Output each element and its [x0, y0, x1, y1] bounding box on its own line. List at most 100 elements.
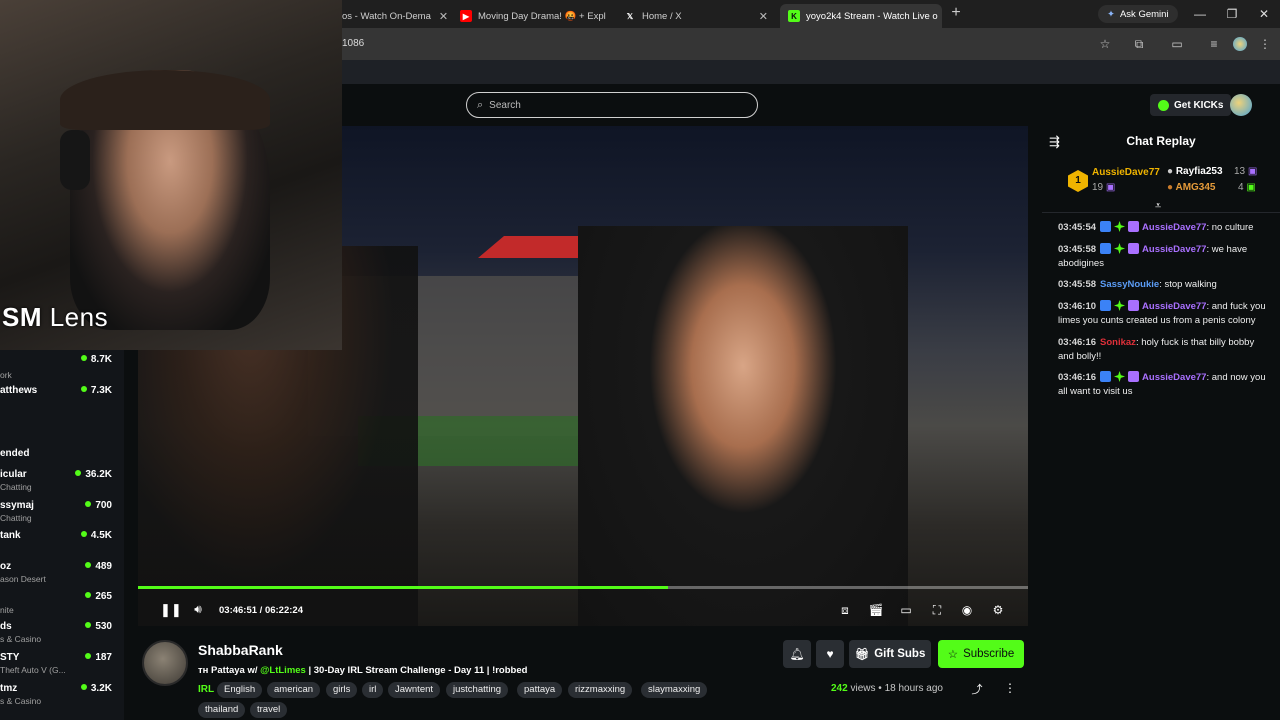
- sidebar-channel[interactable]: ssymaj Chatting 700: [0, 500, 124, 530]
- minimize-icon[interactable]: —: [1190, 5, 1210, 23]
- follow-heart-icon[interactable]: ♥: [816, 640, 844, 668]
- sidebar-viewer-count: 530: [85, 621, 112, 632]
- close-tab-icon[interactable]: ✕: [938, 10, 942, 23]
- subscribe-label: Subscribe: [963, 648, 1015, 660]
- chat-username[interactable]: Sonikaz: [1100, 337, 1136, 348]
- chat-username[interactable]: AussieDave77: [1142, 372, 1206, 383]
- close-window-icon[interactable]: ✕: [1254, 5, 1274, 23]
- settings-gear-icon[interactable]: ⚙: [989, 601, 1007, 619]
- webcam-overlay: [0, 0, 342, 350]
- tag-chip[interactable]: justchatting: [446, 682, 509, 698]
- gifter-entry[interactable]: ● Rayfia253: [1167, 166, 1223, 177]
- pause-icon[interactable]: ❚❚: [160, 602, 182, 618]
- share-icon[interactable]: ⤴: [969, 681, 985, 697]
- browser-tab-kick-stream[interactable]: K yoyo2k4 Stream - Watch Live o ✕: [780, 4, 942, 28]
- get-kicks-button[interactable]: Get KICKs: [1150, 94, 1232, 116]
- chat-username[interactable]: AussieDave77: [1142, 244, 1206, 255]
- subscribe-button[interactable]: ☆ Subscribe: [938, 640, 1024, 668]
- stream-title: ᴛʜ Pattaya w/ @LtLimes | 30-Day IRL Stre…: [198, 665, 527, 676]
- current-time: 03:46:51: [219, 605, 258, 616]
- title-mention-link[interactable]: @LtLimes: [260, 665, 306, 676]
- sidebar-channel-name: icular: [0, 469, 27, 480]
- toolbar-gap: [342, 60, 1280, 84]
- extensions-puzzle-icon[interactable]: ⧉: [1130, 35, 1148, 53]
- views-count: 242: [831, 683, 848, 694]
- gemini-sparkle-icon: ✦: [1107, 8, 1115, 20]
- tag-chip[interactable]: girls: [326, 682, 358, 698]
- volume-icon[interactable]: 🔊︎: [190, 602, 206, 618]
- tag-chip[interactable]: slaymaxxing: [641, 682, 708, 698]
- chat-timestamp: 03:46:10: [1058, 301, 1097, 312]
- theater-mode-icon[interactable]: ▭: [897, 601, 915, 619]
- sidebar-viewer-count: 4.5K: [81, 530, 112, 541]
- clip-icon[interactable]: 🎬︎: [867, 601, 885, 619]
- sidebar-channel[interactable]: icular Chatting 36.2K: [0, 469, 124, 499]
- fullscreen-icon[interactable]: ⛶: [928, 601, 946, 619]
- browser-tab-kick-vod[interactable]: os - Watch On-Dema ✕: [334, 4, 452, 28]
- sidebar-viewer-count: 187: [85, 652, 112, 663]
- close-tab-icon[interactable]: ✕: [431, 10, 448, 23]
- tag-chip[interactable]: thailand: [198, 702, 246, 718]
- browser-tab-x[interactable]: 𝕏 Home / X ✕: [616, 4, 776, 28]
- sidebar-channel-category: nite: [0, 605, 14, 615]
- gifter-count: 13 ▣: [1234, 166, 1258, 177]
- media-controls-icon[interactable]: ≡: [1205, 35, 1223, 53]
- title-suffix: | 30-Day IRL Stream Challenge - Day 11 |…: [305, 665, 528, 676]
- channel-avatar[interactable]: [142, 640, 188, 686]
- sidebar-channel[interactable]: tank 4.5K: [0, 530, 124, 560]
- tag-chip[interactable]: rizzmaxxing: [568, 682, 633, 698]
- mini-player-icon[interactable]: ⧈: [836, 601, 854, 619]
- restore-icon[interactable]: ❐: [1222, 5, 1242, 23]
- chat-timestamp: 03:45:58: [1058, 244, 1097, 255]
- sidebar-channel-name: oz: [0, 561, 12, 572]
- chat-message: 03:45:58 SassyNoukie: stop walking: [1058, 278, 1270, 292]
- verified-badge-icon: [1100, 371, 1112, 382]
- sidebar-viewer-count: 3.2K: [81, 683, 112, 694]
- tag-chip[interactable]: travel: [250, 702, 288, 718]
- playback-speed-icon[interactable]: ◉: [958, 601, 976, 619]
- chat-message: 03:45:58 AussieDave77: we have abodigines: [1058, 243, 1270, 271]
- ask-gemini-button[interactable]: ✦ Ask Gemini: [1098, 5, 1178, 23]
- tag-chip[interactable]: English: [217, 682, 263, 698]
- gift-subs-button[interactable]: 🎁︎ Gift Subs: [849, 640, 931, 668]
- chat-username[interactable]: AussieDave77: [1142, 222, 1206, 233]
- subscriber-badge-icon: [1128, 371, 1140, 382]
- tag-chip[interactable]: pattaya: [517, 682, 563, 698]
- tag-chip[interactable]: Jawntent: [388, 682, 441, 698]
- search-input[interactable]: ⌕ Search: [466, 92, 758, 118]
- chat-username[interactable]: AussieDave77: [1142, 301, 1206, 312]
- close-tab-icon[interactable]: ✕: [751, 10, 768, 23]
- sidebar-channel[interactable]: oz ason Desert 489: [0, 561, 124, 591]
- more-options-icon[interactable]: ⋮: [1003, 681, 1017, 697]
- sidebar-channel[interactable]: STY Theft Auto V (G... 187: [0, 652, 124, 682]
- tag-chip[interactable]: irl: [362, 682, 384, 698]
- chat-divider: [1042, 212, 1280, 213]
- search-icon: ⌕: [477, 98, 484, 111]
- profile-avatar[interactable]: [1233, 37, 1247, 51]
- address-bar[interactable]: 1086: [342, 38, 364, 49]
- user-avatar[interactable]: [1230, 94, 1252, 116]
- left-sidebar: ork 8.7K atthews 7.3K ended icular Chatt…: [0, 350, 124, 720]
- gifter-entry[interactable]: ● AMG345: [1167, 182, 1215, 193]
- category-link[interactable]: IRL: [198, 684, 214, 695]
- sidebar-channel-name: ds: [0, 621, 12, 632]
- gifter-name[interactable]: AussieDave77: [1092, 167, 1160, 178]
- sidebar-channel[interactable]: ds s & Casino 530: [0, 621, 124, 651]
- chat-username[interactable]: SassyNoukie: [1100, 279, 1159, 290]
- chat-text: : stop walking: [1159, 279, 1217, 290]
- notification-bell-icon[interactable]: 🔔︎: [783, 640, 811, 668]
- new-tab-plus-icon[interactable]: +: [948, 5, 964, 22]
- browser-menu-icon[interactable]: ⋮: [1256, 35, 1274, 53]
- sidebar-channel[interactable]: ork 8.7K: [0, 354, 124, 384]
- close-tab-icon[interactable]: ✕: [606, 10, 612, 23]
- sidebar-channel[interactable]: tmz s & Casino 3.2K: [0, 683, 124, 713]
- subscriber-badge-icon: [1128, 243, 1140, 254]
- tag-chip[interactable]: american: [267, 682, 321, 698]
- sidebar-viewer-count: 489: [85, 561, 112, 572]
- browser-tab-youtube[interactable]: ▶ Moving Day Drama! 🤬 + Expl ✕: [452, 4, 612, 28]
- channel-name[interactable]: ShabbaRank: [198, 642, 283, 658]
- sidebar-channel[interactable]: nite 265: [0, 591, 124, 621]
- side-panel-icon[interactable]: ▭: [1168, 35, 1186, 53]
- sidebar-channel[interactable]: atthews 7.3K: [0, 385, 124, 415]
- bookmark-star-icon[interactable]: ☆: [1096, 35, 1114, 53]
